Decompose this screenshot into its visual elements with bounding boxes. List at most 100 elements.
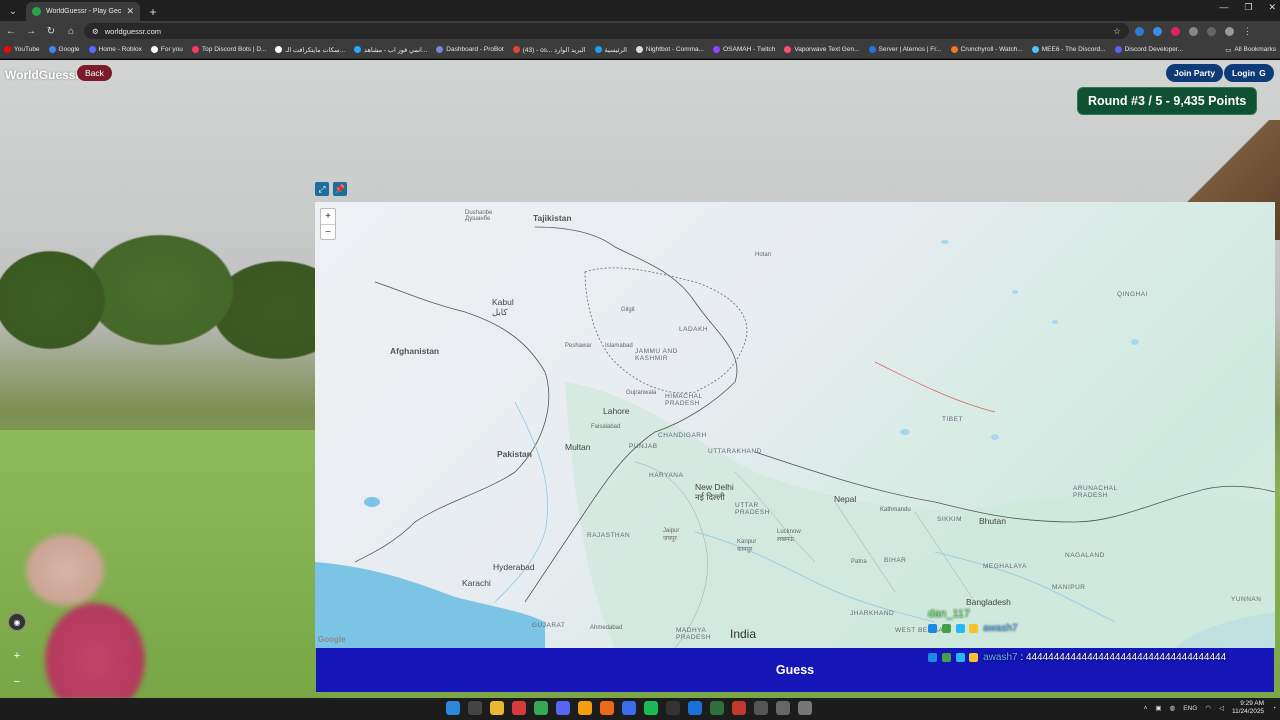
app-icon[interactable]	[776, 701, 790, 715]
app-icon[interactable]	[688, 701, 702, 715]
browser-tab[interactable]: WorldGuessr - Play Geoguessr ✕	[26, 2, 140, 21]
bookmark-label: OSAMAH - Twitch	[723, 46, 776, 53]
bookmark-item[interactable]: الرئيسية	[594, 46, 627, 54]
bookmark-item[interactable]: Home - Roblox	[88, 46, 142, 53]
bookmark-item[interactable]: Discord Developer...	[1114, 46, 1183, 53]
file-explorer-icon[interactable]	[490, 701, 504, 715]
bookmark-label: Google	[58, 46, 80, 53]
map-label: Jaipur जयपुर	[663, 528, 680, 542]
bookmark-item[interactable]: سكات مايتكرافت الـ...	[275, 46, 345, 54]
map-label: GUJARAT	[532, 622, 566, 629]
chat-badge-icon	[955, 623, 965, 633]
bookmark-favicon-icon	[354, 46, 362, 53]
bookmark-item[interactable]: MEE6 - The Discord...	[1031, 46, 1106, 53]
bookmark-item[interactable]: Google	[48, 46, 80, 53]
bookmark-item[interactable]: OSAMAH - Twitch	[713, 46, 775, 53]
reload-icon[interactable]: ↻	[44, 24, 58, 38]
tab-close-icon[interactable]: ✕	[126, 6, 134, 17]
extensions-puzzle-icon[interactable]	[1189, 26, 1198, 36]
url-input[interactable]: ⚙ worldguessr.com ☆	[84, 23, 1129, 39]
discord-icon[interactable]	[556, 701, 570, 715]
map-label: HARYANA	[649, 472, 684, 479]
bookmark-item[interactable]: For you	[150, 46, 183, 53]
chat-badge-icon	[941, 623, 951, 633]
streetview-compass-icon[interactable]: ◉	[8, 613, 26, 631]
extension-icon[interactable]	[1153, 26, 1162, 36]
chat-badge-icon	[969, 652, 979, 662]
back-button[interactable]: Back	[77, 65, 112, 81]
map-label: Ahmedabad	[590, 625, 623, 631]
round-score-banner: Round #3 / 5 - 9,435 Points	[1077, 87, 1258, 115]
profile-avatar-icon[interactable]	[1225, 26, 1234, 36]
map-label: India	[730, 627, 757, 641]
tab-title: WorldGuessr - Play Geoguessr	[46, 8, 122, 15]
tray-icon[interactable]: ▣	[1155, 704, 1161, 712]
bookmark-item[interactable]: Dashboard - ProBot	[436, 46, 504, 53]
spotify-icon[interactable]	[644, 701, 658, 715]
app-icon[interactable]	[578, 701, 592, 715]
all-bookmarks-button[interactable]: ▭ All Bookmarks	[1225, 46, 1276, 54]
maximize-icon[interactable]: ❐	[1244, 2, 1252, 13]
bookmark-favicon-icon	[1114, 46, 1122, 53]
bookmark-item[interactable]: (43) - os... البريد الوارد	[512, 46, 586, 54]
bookmark-item[interactable]: Crunchyroll - Watch...	[950, 46, 1023, 53]
bookmark-item[interactable]: Top Discord Bots | D...	[191, 46, 266, 53]
search-icon[interactable]	[468, 701, 482, 715]
app-icon[interactable]	[666, 701, 680, 715]
app-icon[interactable]	[798, 701, 812, 715]
tray-overflow-icon[interactable]: ˄	[1144, 705, 1148, 712]
extension-icon[interactable]	[1135, 26, 1144, 36]
clock[interactable]: 9:29 AM 11/24/2025	[1232, 700, 1264, 716]
forward-arrow-icon[interactable]: →	[24, 24, 38, 38]
game-page[interactable]: WorldGuessr Back Join Party Login G Roun…	[0, 60, 1280, 698]
map-label: Multan	[565, 442, 591, 452]
map-label: Lahore	[603, 406, 630, 416]
site-info-icon[interactable]: ⚙	[92, 27, 99, 36]
bookmark-favicon-icon	[48, 46, 56, 53]
notifications-icon[interactable]: ◔	[1272, 705, 1276, 712]
app-icon[interactable]	[710, 701, 724, 715]
app-icon[interactable]	[754, 701, 768, 715]
window-controls: — ❐ ✕	[1219, 2, 1276, 13]
bookmark-favicon-icon	[784, 46, 792, 53]
wifi-icon[interactable]: ◠	[1205, 704, 1211, 712]
bookmark-item[interactable]: Server | Aternos | Fr...	[868, 46, 942, 53]
bookmark-favicon-icon	[436, 46, 444, 53]
extension-icon[interactable]	[1171, 26, 1180, 36]
bookmark-item[interactable]: انمي فور اب - مشاهد...	[354, 46, 427, 54]
tray-icon[interactable]: ◍	[1170, 704, 1176, 712]
tab-groups-icon[interactable]	[1207, 26, 1216, 36]
chrome-icon[interactable]	[534, 701, 548, 715]
app-icon[interactable]	[512, 701, 526, 715]
language-indicator[interactable]: ENG	[1183, 705, 1197, 712]
join-party-button[interactable]: Join Party	[1166, 64, 1224, 82]
browser-menu-icon[interactable]: ⋮	[1243, 26, 1252, 37]
close-window-icon[interactable]: ✕	[1268, 2, 1276, 13]
expand-map-icon[interactable]: ⤢	[315, 182, 329, 196]
map-zoom-in-button[interactable]: +	[321, 209, 335, 224]
bookmark-item[interactable]: YouTube	[4, 46, 40, 53]
streetview-zoom-in-button[interactable]: +	[14, 650, 20, 662]
home-icon[interactable]: ⌂	[64, 24, 78, 38]
new-tab-icon[interactable]: +	[144, 3, 162, 21]
map-label: PUNJAB	[629, 443, 658, 450]
minimize-icon[interactable]: —	[1219, 2, 1228, 13]
pin-map-icon[interactable]: 📌	[333, 182, 347, 196]
app-icon[interactable]	[732, 701, 746, 715]
windows-start-icon[interactable]	[446, 701, 460, 715]
app-icon[interactable]	[600, 701, 614, 715]
map-label: UTTAR PRADESH	[735, 502, 770, 516]
app-icon[interactable]	[622, 701, 636, 715]
back-arrow-icon[interactable]: ←	[4, 24, 18, 38]
taskbar-apps	[446, 701, 812, 715]
guess-map[interactable]: + − Kabul کابل Tajikistan Dushanbe Душанбе…	[315, 202, 1275, 648]
browser-tab-bar: ⌄ WorldGuessr - Play Geoguessr ✕ + — ❐ ✕	[0, 0, 1280, 21]
login-button[interactable]: Login G	[1224, 64, 1274, 82]
bookmark-item[interactable]: Nightbot - Comma...	[635, 46, 704, 53]
map-zoom-out-button[interactable]: −	[321, 224, 335, 239]
bookmark-item[interactable]: Vaporwave Text Gen...	[784, 46, 860, 53]
bookmark-star-icon[interactable]: ☆	[1113, 26, 1121, 37]
tab-search-icon[interactable]: ⌄	[4, 2, 22, 20]
volume-icon[interactable]: ◁	[1219, 704, 1224, 712]
streetview-zoom-out-button[interactable]: −	[14, 676, 20, 688]
